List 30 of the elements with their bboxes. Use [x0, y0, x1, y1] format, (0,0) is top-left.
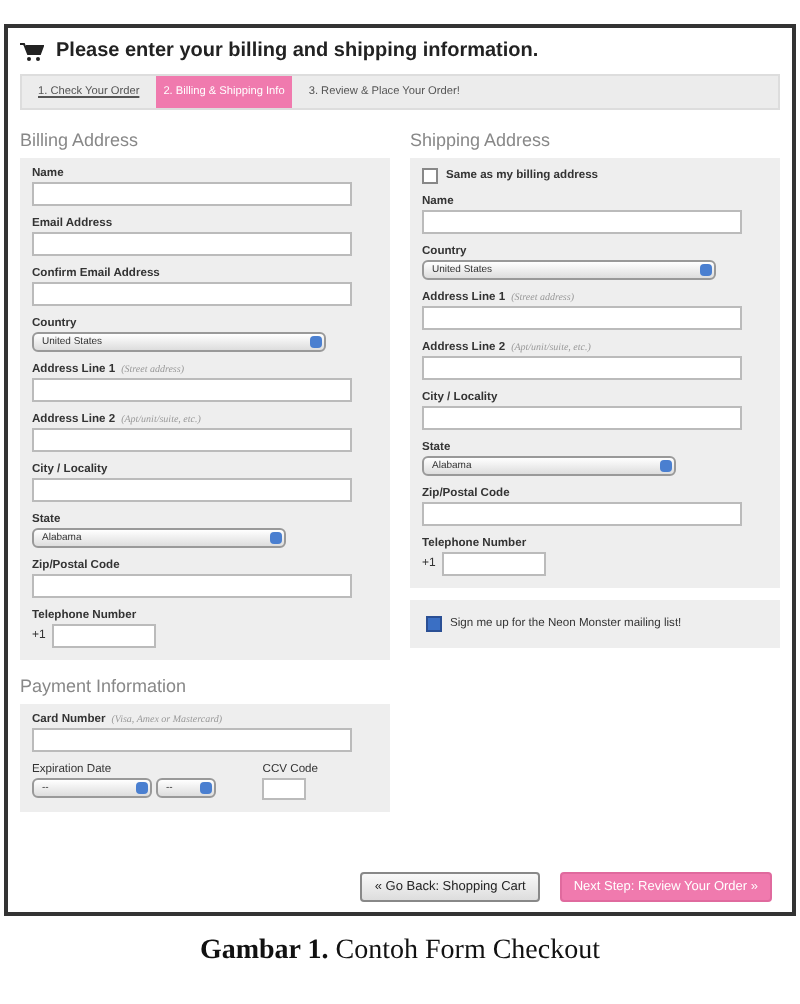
input-field[interactable]: [32, 574, 352, 598]
checkbox[interactable]: [426, 616, 442, 632]
section-title: Shipping Address: [410, 130, 553, 150]
select-arrows-icon: [310, 336, 322, 348]
input-field[interactable]: [422, 306, 742, 330]
cart-icon: [20, 41, 44, 61]
checkbox[interactable]: [422, 168, 438, 184]
page-title: Please enter your billing and shipping information.: [56, 40, 539, 62]
input-field[interactable]: [422, 210, 742, 234]
input-field[interactable]: [32, 232, 352, 256]
input-field[interactable]: [32, 182, 352, 206]
input-field[interactable]: [32, 378, 352, 402]
input-field[interactable]: [422, 406, 742, 430]
card-number-field[interactable]: [32, 728, 352, 752]
section-title: Payment Information: [20, 676, 189, 696]
input-field[interactable]: [422, 356, 742, 380]
section-title: Billing Address: [20, 130, 141, 150]
phone-field[interactable]: [441, 552, 546, 576]
input-field[interactable]: [32, 428, 352, 452]
input-field[interactable]: [32, 478, 352, 502]
phone-field[interactable]: [51, 624, 156, 648]
select-arrows-icon: [700, 264, 712, 276]
input-field[interactable]: [32, 282, 352, 306]
input-field[interactable]: [422, 502, 742, 526]
select-arrows-icon: [200, 782, 212, 794]
select-arrows-icon: [270, 532, 282, 544]
figure-caption: Gambar 1. Contoh Form Checkout: [197, 936, 603, 968]
ccv-field[interactable]: [262, 778, 307, 800]
select-arrows-icon: [136, 782, 148, 794]
select-arrows-icon: [660, 460, 672, 472]
